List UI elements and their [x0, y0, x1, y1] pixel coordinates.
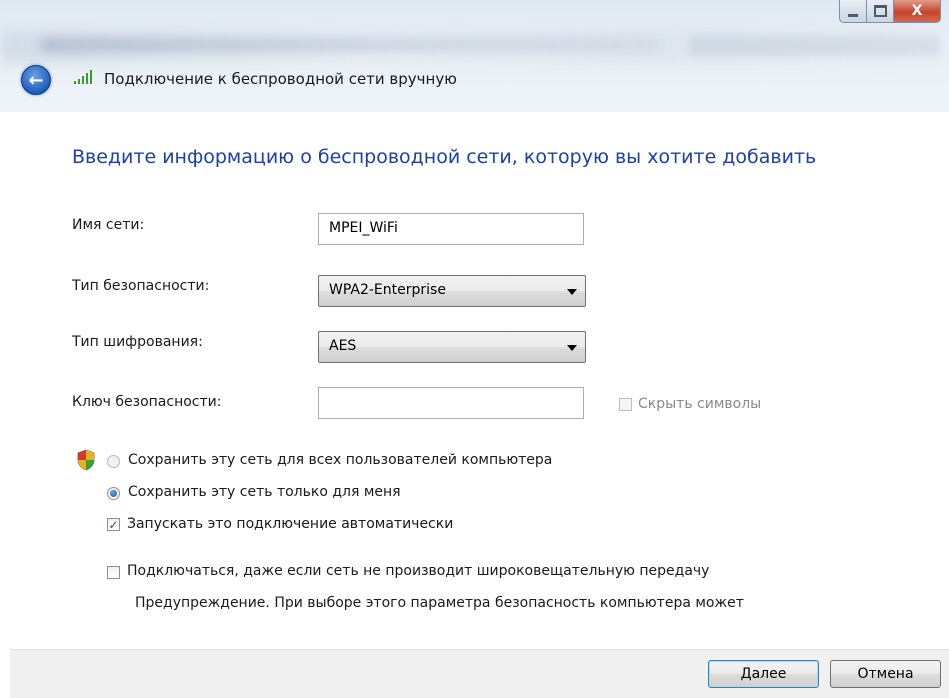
next-button[interactable]: Далее: [708, 660, 819, 688]
minimize-button[interactable]: [839, 0, 867, 23]
blurred-address-bar: [40, 38, 660, 52]
security-key-input[interactable]: [318, 387, 584, 419]
warning-text: Предупреждение. При выборе этого парамет…: [135, 595, 744, 611]
security-type-select[interactable]: WPA2-Enterprise: [318, 275, 586, 307]
save-me-only-label: Сохранить эту сеть только для меня: [128, 484, 401, 500]
security-key-label: Ключ безопасности:: [72, 394, 222, 410]
hide-characters-label: Скрыть символы: [638, 396, 762, 412]
wireless-signal-icon: [74, 70, 92, 84]
network-name-input[interactable]: MPEI_WiFi: [318, 213, 584, 245]
minimize-icon: [848, 13, 858, 17]
network-name-label: Имя сети:: [72, 217, 145, 233]
auto-connect-label: Запускать это подключение автоматически: [127, 516, 454, 532]
security-type-value: WPA2-Enterprise: [329, 282, 446, 298]
close-button[interactable]: X: [894, 0, 941, 23]
connect-hidden-checkbox[interactable]: [107, 566, 120, 579]
encryption-type-value: AES: [329, 338, 357, 354]
page-heading: Введите информацию о беспроводной сети, …: [72, 146, 817, 168]
security-type-label: Тип безопасности:: [72, 278, 210, 294]
dropdown-arrow-icon: [567, 345, 577, 351]
auto-connect-checkbox[interactable]: ✓: [107, 518, 120, 531]
blurred-search-box: [690, 36, 940, 56]
encryption-type-select[interactable]: AES: [318, 331, 586, 363]
uac-shield-icon: [77, 449, 95, 471]
maximize-icon: [873, 5, 887, 17]
save-all-users-label: Сохранить эту сеть для всех пользователе…: [128, 452, 553, 468]
title-bar: X: [0, 0, 949, 112]
window-controls: X: [839, 0, 941, 23]
hide-characters-checkbox[interactable]: [619, 398, 632, 411]
window-title: Подключение к беспроводной сети вручную: [104, 70, 457, 88]
checkmark-icon: ✓: [108, 517, 119, 532]
maximize-button[interactable]: [867, 0, 894, 23]
close-icon: X: [911, 3, 923, 19]
dropdown-arrow-icon: [567, 289, 577, 295]
save-me-only-radio[interactable]: [107, 487, 120, 500]
back-button[interactable]: ←: [21, 65, 51, 95]
back-arrow-icon: ←: [28, 69, 44, 91]
save-all-users-radio[interactable]: [107, 455, 120, 468]
cancel-button[interactable]: Отмена: [830, 660, 941, 688]
encryption-type-label: Тип шифрования:: [72, 334, 203, 350]
connect-hidden-label: Подключаться, даже если сеть не производ…: [127, 563, 710, 579]
